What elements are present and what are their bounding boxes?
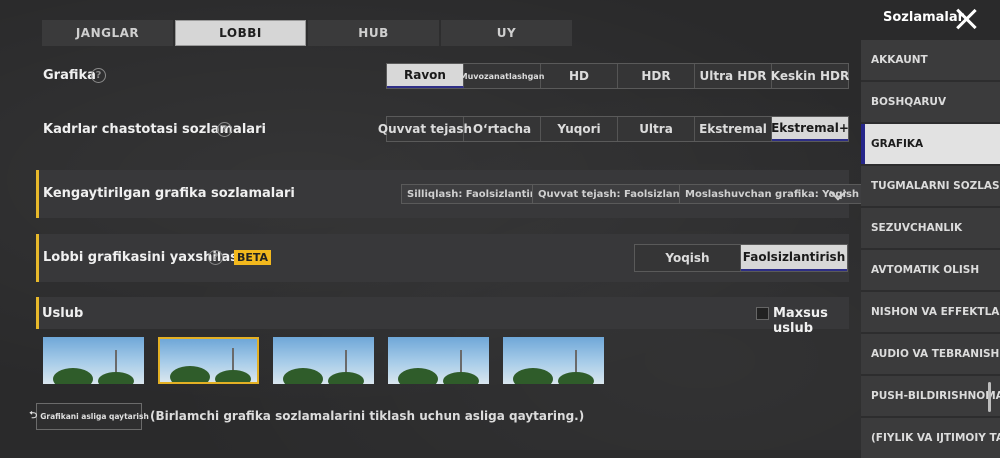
tab-lobbi[interactable]: LOBBI <box>175 20 306 46</box>
fps-label: Kadrlar chastotasi sozlamalari <box>43 122 266 137</box>
grafika-option-muvozanatlashgan[interactable]: Muvozanatlashgan <box>460 64 544 88</box>
sidebar-item-audio-va-tebranish[interactable]: AUDIO VA TEBRANISH <box>861 334 1000 374</box>
lobby-toggle: Yoqish Faolsizlantirish <box>634 244 848 272</box>
fps-option-quvvat-tejash[interactable]: Quvvat tejash <box>378 117 472 141</box>
grafika-quality-selector: Ravon Muvozanatlashgan HD HDR Ultra HDR … <box>386 63 849 89</box>
sidebar-item-avtomatik-olish[interactable]: AVTOMATIK OLISH <box>861 250 1000 290</box>
style-thumbnail-2[interactable] <box>158 337 259 384</box>
sidebar-item-tugmalarni-sozlash[interactable]: TUGMALARNI SOZLASH <box>861 166 1000 206</box>
grafika-label: Grafika <box>43 68 96 83</box>
advanced-label: Kengaytirilgan grafika sozlamalari <box>43 186 295 201</box>
fps-option-ortacha[interactable]: O‘rtacha <box>464 117 541 141</box>
tab-janglar[interactable]: JANGLAR <box>42 20 173 46</box>
reset-note: (Birlamchi grafika sozlamalarini tiklash… <box>150 409 585 423</box>
accent-bar <box>36 297 39 329</box>
style-thumbnail-1[interactable] <box>43 337 144 384</box>
reset-button-label: Grafikani asliga qaytarish <box>40 412 149 421</box>
grafika-option-ravon[interactable]: Ravon <box>387 64 464 88</box>
sidebar-item-akkaunt[interactable]: AKKAUNT <box>861 40 1000 80</box>
fps-option-ekstremal[interactable]: Ekstremal <box>695 117 772 141</box>
lobby-option-yoqish[interactable]: Yoqish <box>635 245 741 271</box>
style-thumbnail-3[interactable] <box>273 337 374 384</box>
style-thumbnail-4[interactable] <box>388 337 489 384</box>
sidebar-item-nishon-va-effektlar[interactable]: NISHON VA EFFEKTLAR <box>861 292 1000 332</box>
fps-selector: Quvvat tejash O‘rtacha Yuqori Ultra Ekst… <box>378 116 849 142</box>
lobby-graphics-row: Lobbi grafikasini yaxshilash ? BETA Yoqi… <box>36 234 849 282</box>
undo-arrow-icon: ⮌ <box>29 410 38 421</box>
sidebar-item-maxfiylik[interactable]: (FIYLIK VA IJTIMOIY TARMO <box>861 418 1000 458</box>
sidebar-scrollbar[interactable] <box>988 382 991 412</box>
close-icon[interactable] <box>955 8 977 30</box>
sidebar-item-grafika[interactable]: GRAFIKA <box>861 124 1000 164</box>
custom-style-checkbox[interactable] <box>756 307 769 320</box>
lobby-option-faolsizlantirish[interactable]: Faolsizlantirish <box>741 245 847 271</box>
sidebar-item-sezuvchanlik[interactable]: SEZUVCHANLIK <box>861 208 1000 248</box>
grafika-option-ultra-hdr[interactable]: Ultra HDR <box>695 64 772 88</box>
custom-style-label: Maxsus uslub <box>773 306 828 336</box>
settings-title: Sozlamalar <box>883 10 965 25</box>
question-circle-icon[interactable]: ? <box>208 250 223 265</box>
fps-option-ultra[interactable]: Ultra <box>618 117 695 141</box>
style-row: Uslub Maxsus uslub <box>36 297 849 336</box>
sidebar-item-boshqaruv[interactable]: BOSHQARUV <box>861 82 1000 122</box>
accent-bar <box>36 234 39 282</box>
advanced-settings-row[interactable]: Kengaytirilgan grafika sozlamalari Silli… <box>36 170 866 218</box>
style-label: Uslub <box>42 306 84 321</box>
fps-option-ekstremal-plus[interactable]: Ekstremal+ <box>771 117 849 141</box>
question-circle-icon[interactable]: ? <box>217 122 232 137</box>
tab-uy[interactable]: UY <box>441 20 572 46</box>
settings-sidebar: AKKAUNT BOSHQARUV GRAFIKA TUGMALARNI SOZ… <box>861 40 1000 458</box>
grafika-option-hdr[interactable]: HDR <box>618 64 695 88</box>
sidebar-item-push-bildirishnomalar[interactable]: PUSH-BILDIRISHNOMALAR <box>861 376 1000 416</box>
question-circle-icon[interactable]: ? <box>91 68 106 83</box>
fps-option-yuqori[interactable]: Yuqori <box>541 117 618 141</box>
accent-bar <box>36 170 39 218</box>
tab-hub[interactable]: HUB <box>308 20 439 46</box>
grafika-option-hd[interactable]: HD <box>541 64 618 88</box>
grafika-option-keskin-hdr[interactable]: Keskin HDR <box>771 64 849 88</box>
reset-graphics-button[interactable]: ⮌ Grafikani asliga qaytarish <box>29 403 149 430</box>
top-tabs: JANGLAR LOBBI HUB UY <box>42 20 842 46</box>
style-thumbnail-5[interactable] <box>503 337 604 384</box>
beta-badge: BETA <box>234 250 272 265</box>
